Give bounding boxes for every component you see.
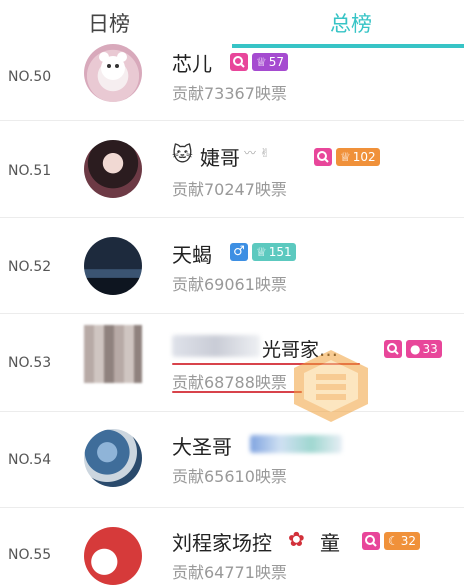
- search-badge-icon: [317, 151, 329, 163]
- user-name-suffix: 童: [320, 531, 340, 555]
- contribution-text: 贡献70247映票: [172, 180, 287, 199]
- user-name: 刘程家场控: [172, 531, 272, 555]
- level-badge: ● 33: [406, 340, 442, 358]
- avatar[interactable]: [84, 527, 142, 585]
- avatar[interactable]: [84, 325, 142, 383]
- level-badge: ♕ 151: [252, 243, 296, 261]
- user-name: 芯儿: [172, 52, 212, 76]
- search-badge-icon: [365, 535, 377, 547]
- contribution-text: 贡献65610映票: [172, 467, 287, 486]
- level-value: 32: [400, 534, 417, 548]
- level-value: 151: [268, 245, 292, 259]
- rank-label: NO.50: [8, 69, 52, 85]
- crown-icon: ♕: [256, 245, 267, 259]
- search-badge-icon: [233, 56, 245, 68]
- list-item[interactable]: NO.54 大圣哥 贡献65610映票: [0, 411, 464, 508]
- tab-total[interactable]: 总榜: [330, 8, 372, 38]
- watermark-logo-icon: [294, 350, 368, 422]
- hand-emoji-icon: 〰 ✌: [244, 146, 270, 160]
- red-underline: [172, 391, 302, 393]
- circle-icon: ●: [410, 342, 421, 356]
- contribution-text: 贡献68788映票: [172, 373, 287, 392]
- male-gender-icon: ♂: [230, 243, 248, 261]
- level-badge: ♕ 57: [252, 53, 289, 71]
- avatar[interactable]: [84, 44, 142, 102]
- ranking-tabs: 日榜 总榜: [0, 0, 464, 50]
- q-badge: [230, 53, 248, 71]
- cat-emoji-icon: 🐱: [172, 142, 193, 166]
- contribution-text: 贡献64771映票: [172, 563, 287, 582]
- list-item[interactable]: NO.55 刘程家场控 ✿ 童 ☾ 32 贡献64771映票: [0, 507, 464, 585]
- user-name: 婕哥: [200, 146, 240, 170]
- level-badge: ☾ 32: [384, 532, 421, 550]
- pixelated-name-prefix: [172, 335, 260, 357]
- moon-icon: ☾: [388, 534, 399, 548]
- list-item[interactable]: NO.52 天蝎 ♂ ♕ 151 贡献69061映票: [0, 217, 464, 314]
- level-value: 33: [422, 342, 438, 356]
- q-badge: [314, 148, 332, 166]
- user-name: 大圣哥: [172, 435, 232, 459]
- rank-label: NO.51: [8, 163, 52, 179]
- avatar[interactable]: [84, 237, 142, 295]
- active-tab-indicator: [232, 44, 464, 48]
- list-item[interactable]: NO.50 芯儿 ♕ 57 贡献73367映票: [0, 44, 464, 121]
- avatar[interactable]: [84, 140, 142, 198]
- flower-emoji-icon: ✿: [288, 527, 305, 551]
- user-name: 天蝎: [172, 243, 212, 267]
- q-badge: [384, 340, 402, 358]
- crown-icon: ♕: [340, 150, 351, 164]
- level-badge: ♕ 102: [336, 148, 380, 166]
- pixelated-name-suffix: [250, 435, 342, 453]
- rank-label: NO.54: [8, 452, 52, 468]
- contribution-text: 贡献69061映票: [172, 275, 287, 294]
- tab-daily[interactable]: 日榜: [88, 8, 130, 38]
- list-item[interactable]: NO.53 光哥家… ● 33 贡献68788映票: [0, 313, 464, 412]
- level-value: 102: [352, 150, 376, 164]
- rank-label: NO.53: [8, 355, 52, 371]
- rank-label: NO.55: [8, 547, 52, 563]
- earth-avatar-icon[interactable]: [84, 429, 142, 487]
- q-badge: [362, 532, 380, 550]
- rank-label: NO.52: [8, 259, 52, 275]
- level-value: 57: [268, 55, 285, 69]
- search-badge-icon: [387, 343, 399, 355]
- crown-icon: ♕: [256, 55, 267, 69]
- contribution-text: 贡献73367映票: [172, 84, 287, 103]
- list-item[interactable]: NO.51 🐱 婕哥 〰 ✌ ♕ 102 贡献70247映票: [0, 120, 464, 218]
